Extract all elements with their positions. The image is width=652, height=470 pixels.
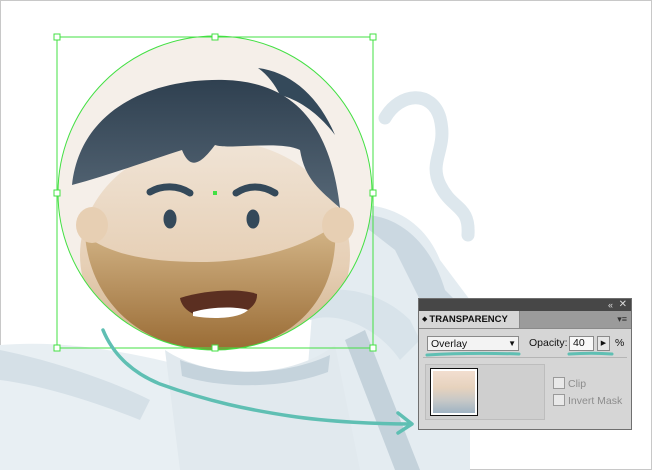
selection-handle[interactable]	[211, 344, 219, 352]
clip-label: Clip	[568, 378, 587, 390]
clip-checkbox-row[interactable]: Clip	[553, 377, 586, 390]
selection-handle[interactable]	[53, 344, 61, 352]
mask-preview-area	[425, 364, 545, 420]
transparency-panel: « ✕ ◆ TRANSPARENCY ▾≡ Overlay ▼ Opacity: …	[418, 298, 632, 430]
selection-handle[interactable]	[53, 33, 61, 41]
selection-center-point	[213, 191, 217, 195]
selection-handle[interactable]	[369, 189, 377, 197]
selection-handle[interactable]	[53, 189, 61, 197]
selection-handle[interactable]	[369, 344, 377, 352]
object-thumbnail[interactable]	[430, 368, 478, 416]
selection-handle[interactable]	[369, 33, 377, 41]
invert-mask-label: Invert Mask	[568, 395, 623, 407]
gradient-thumbnail-image	[433, 371, 475, 413]
clip-checkbox[interactable]	[553, 377, 565, 389]
invert-mask-checkbox[interactable]	[553, 394, 565, 406]
panel-divider	[423, 357, 627, 358]
invert-mask-checkbox-row[interactable]: Invert Mask	[553, 394, 622, 407]
selection-handle[interactable]	[211, 33, 219, 41]
